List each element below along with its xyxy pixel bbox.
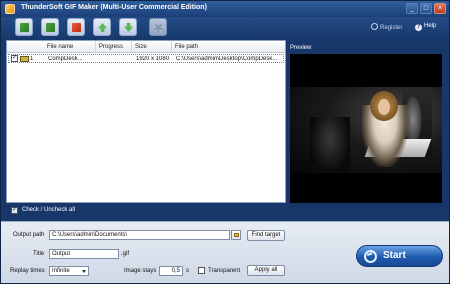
file-row[interactable]: ✓ 1 CompDesk... 1920 x 1080 C:\Users\adm…	[8, 54, 284, 63]
window-title: ThunderSoft GIF Maker (Multi-User Commer…	[21, 4, 207, 11]
column-progress[interactable]: Progress	[99, 44, 123, 50]
column-file-name[interactable]: File name	[47, 44, 73, 50]
column-size[interactable]: Size	[135, 44, 147, 50]
folder-icon	[234, 233, 239, 237]
find-target-button[interactable]: Find target	[247, 230, 285, 241]
maximize-button[interactable]: □	[420, 3, 432, 14]
gif-extension-label: .gif	[121, 251, 130, 257]
output-path-label: Output path	[13, 232, 45, 238]
row-file-name: CompDesk...	[48, 56, 83, 62]
image-stays-field[interactable]: 0,5	[159, 266, 183, 276]
file-list[interactable]: File name Progress Size File path ✓ 1 Co…	[6, 40, 286, 203]
browse-folder-button[interactable]	[231, 230, 241, 240]
column-divider	[171, 41, 172, 53]
check-all-checkbox[interactable]: ✓	[11, 207, 18, 214]
preview-label: Preview	[290, 45, 312, 51]
title-bar: ThunderSoft GIF Maker (Multi-User Commer…	[1, 1, 449, 17]
check-all-label[interactable]: Check / Uncheck all	[22, 207, 75, 213]
title-field[interactable]: Output	[49, 249, 119, 259]
app-window: ThunderSoft GIF Maker (Multi-User Commer…	[0, 0, 450, 284]
settings-button[interactable]	[149, 18, 167, 36]
add-folder-button[interactable]	[41, 18, 59, 36]
video-file-icon	[20, 56, 29, 62]
add-folder-icon	[46, 23, 55, 32]
app-logo-icon	[5, 4, 15, 14]
file-list-header: File name Progress Size File path	[7, 41, 285, 53]
check-all-bar: ✓ Check / Uncheck all	[6, 204, 446, 217]
row-checkbox[interactable]: ✓	[11, 55, 18, 62]
replay-times-label: Replay times	[10, 268, 45, 274]
column-divider	[131, 41, 132, 53]
minimize-button[interactable]: _	[406, 3, 418, 14]
output-path-field[interactable]: C:\Users\admin\Documents\	[49, 230, 230, 240]
move-up-icon	[98, 23, 107, 32]
move-down-button[interactable]	[119, 18, 137, 36]
preview-video-frame	[290, 87, 442, 173]
apply-all-button[interactable]: Apply all	[247, 265, 285, 276]
add-file-button[interactable]	[15, 18, 33, 36]
delete-button[interactable]	[67, 18, 85, 36]
help-icon: ?	[415, 24, 422, 31]
move-down-icon	[124, 23, 133, 32]
column-divider	[95, 41, 96, 53]
register-icon	[371, 23, 378, 30]
transparent-checkbox[interactable]	[198, 267, 205, 274]
help-label: Help	[424, 23, 437, 29]
title-label: Title	[33, 251, 45, 257]
settings-gear-icon	[154, 23, 163, 32]
row-file-path: C:\Users\admin\Desktop\CompDesk...	[176, 56, 278, 62]
add-file-icon	[20, 23, 29, 32]
move-up-button[interactable]	[93, 18, 111, 36]
register-label: Register	[380, 25, 403, 31]
delete-icon	[72, 23, 81, 32]
chevron-down-icon	[82, 270, 86, 273]
start-button[interactable]: Start	[356, 245, 443, 267]
close-button[interactable]: ×	[434, 3, 446, 14]
transparent-label[interactable]: Transparent	[208, 268, 240, 274]
scene-face	[378, 99, 390, 115]
start-label: Start	[383, 250, 406, 261]
column-file-path[interactable]: File path	[175, 44, 198, 50]
row-size: 1920 x 1080	[136, 56, 170, 62]
register-link[interactable]: Register	[371, 23, 402, 31]
seconds-unit-label: s	[186, 268, 189, 274]
replay-times-select[interactable]: Infinite	[49, 266, 89, 276]
scene-chair	[310, 117, 350, 172]
preview-pane	[290, 54, 442, 203]
start-refresh-icon	[364, 250, 377, 263]
row-index: 1	[30, 56, 34, 62]
image-stays-label: Image stays	[124, 268, 157, 274]
replay-times-value: Infinite	[52, 268, 70, 274]
help-link[interactable]: ? Help	[415, 23, 436, 31]
